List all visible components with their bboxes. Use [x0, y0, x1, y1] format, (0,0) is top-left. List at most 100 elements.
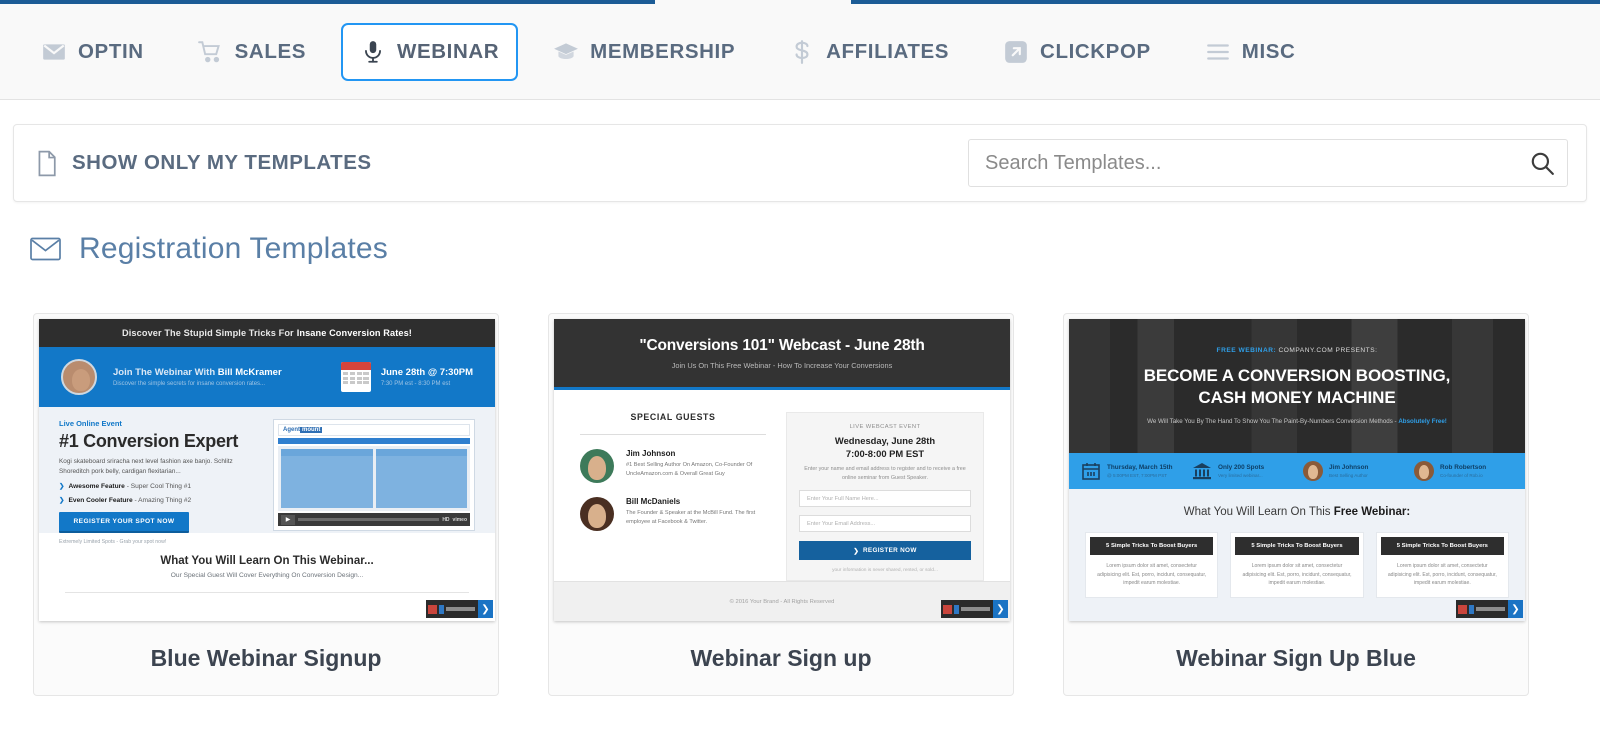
template-thumbnail[interactable]: FREE WEBINAR: COMPANY.COM PRESENTS: BECO…	[1069, 319, 1525, 621]
thumb3-subhead: We Will Take You By The Hand To Show You…	[1147, 418, 1399, 426]
thumb3-learn-head-bold: Free Webinar:	[1333, 506, 1411, 518]
thumb1-date: June 28th @ 7:30PM	[380, 367, 473, 378]
thumb2-register-label: REGISTER NOW	[862, 547, 917, 555]
thumb3-bar-title: Thursday, March 15th	[1107, 464, 1173, 471]
thumb1-learn-sub: Our Special Guest Will Cover Everything …	[170, 572, 364, 579]
thumb2-header: "Conversions 101" Webcast - June 28th Jo…	[554, 319, 1010, 390]
thumb2-headline: "Conversions 101" Webcast - June 28th	[639, 336, 925, 354]
template-name: Webinar Sign Up Blue	[1176, 644, 1416, 671]
thumb2-name-input: Enter Your Full Name Here...	[799, 490, 971, 508]
thumb3-bar-title: Rob Robertson	[1440, 464, 1487, 471]
tab-clickpop-label: CLICKPOP	[1040, 39, 1151, 63]
thumb3-learn-head: What You Will Learn On This	[1183, 506, 1334, 518]
thumb3-feature-title: 5 Simple Tricks To Boost Buyers	[1090, 537, 1214, 555]
tab-membership[interactable]: MEMBERSHIP	[534, 23, 754, 81]
thumb3-kicker-bold: FREE WEBINAR:	[1216, 346, 1277, 354]
tab-optin[interactable]: OPTIN	[22, 23, 163, 81]
show-only-my-templates-label: SHOW ONLY MY TEMPLATES	[72, 151, 372, 174]
tab-affiliates[interactable]: AFFILIATES	[770, 23, 968, 81]
thumb1-fine-print: Extremely Limited Spots - Grab your spot…	[59, 539, 167, 546]
dollar-sign-icon	[789, 39, 815, 65]
thumb3-feature-body: Lorem ipsum dolor sit amet, consectetur …	[1097, 563, 1207, 587]
tab-clickpop[interactable]: CLICKPOP	[984, 23, 1170, 81]
hamburger-menu-icon	[1205, 39, 1231, 65]
thumb3-bar-sub: Co-founder of Rob.io	[1440, 473, 1483, 478]
tab-webinar-label: WEBINAR	[397, 39, 500, 63]
clickfunnels-badge[interactable]: ❯	[1456, 600, 1523, 618]
template-thumbnail[interactable]: "Conversions 101" Webcast - June 28th Jo…	[554, 319, 1010, 621]
calendar-icon	[1081, 461, 1101, 481]
thumb1-video-hd: HD	[442, 516, 450, 523]
template-card-webinar-sign-up-blue[interactable]: FREE WEBINAR: COMPANY.COM PRESENTS: BECO…	[1063, 313, 1529, 696]
thumb2-form-copy: Enter your name and email address to reg…	[804, 466, 966, 481]
thumb1-video-brand: vimeo	[452, 516, 467, 523]
thumb1-video-pane-left	[281, 449, 373, 508]
thumb3-info-bar: Thursday, March 15th @ 5:00PM EST, 7:00P…	[1069, 453, 1525, 489]
search-templates-field[interactable]	[968, 139, 1568, 187]
envelope-icon	[30, 237, 61, 261]
tab-misc[interactable]: MISC	[1186, 23, 1315, 81]
thumb2-body: SPECIAL GUESTS Jim Johnson #1 Best Selli…	[554, 390, 1010, 581]
graduation-cap-icon	[553, 39, 579, 65]
thumb3-hero: FREE WEBINAR: COMPANY.COM PRESENTS: BECO…	[1069, 319, 1525, 453]
thumb2-email-input: Enter Your Email Address...	[799, 515, 971, 533]
tab-sales[interactable]: SALES	[179, 23, 325, 81]
thumb3-bar-sub: Very limited webinar...	[1218, 473, 1263, 478]
shopping-cart-icon	[197, 39, 224, 65]
clickfunnels-badge[interactable]: ❯	[941, 600, 1008, 618]
search-input[interactable]	[969, 140, 1567, 186]
template-card-blue-webinar-signup[interactable]: Discover The Stupid Simple Tricks For In…	[33, 313, 499, 696]
thumb3-headline-line1: BECOME A CONVERSION BOOSTING,	[1143, 365, 1451, 385]
thumb2-form-time: 7:00-8:00 PM EST	[845, 448, 925, 459]
list-item: Only 200 Spots Very limited webinar...	[1192, 461, 1291, 481]
section-header-registration-templates: Registration Templates	[30, 232, 388, 266]
avatar	[1414, 461, 1434, 481]
thumb1-headline: #1 Conversion Expert	[59, 431, 239, 451]
thumb3-feature-card: 5 Simple Tricks To Boost Buyers Lorem ip…	[1230, 532, 1364, 598]
chevron-right-icon: ❯	[853, 547, 859, 555]
thumb2-form-date: Wednesday, June 28th	[834, 435, 936, 446]
tab-sales-label: SALES	[234, 39, 307, 63]
list-item: Thursday, March 15th @ 5:00PM EST, 7:00P…	[1081, 461, 1180, 481]
thumb2-register-button: ❯ REGISTER NOW	[799, 541, 971, 561]
filter-search-bar: SHOW ONLY MY TEMPLATES	[13, 124, 1587, 202]
thumb3-feature-title: 5 Simple Tricks To Boost Buyers	[1380, 537, 1504, 555]
tab-optin-label: OPTIN	[78, 39, 144, 63]
badge-arrow-icon[interactable]: ❯	[1508, 600, 1523, 618]
thumb2-subhead: Join Us On This Free Webinar - How To In…	[671, 360, 893, 370]
thumb3-feature-card: 5 Simple Tricks To Boost Buyers Lorem ip…	[1085, 532, 1219, 598]
tab-webinar[interactable]: WEBINAR	[341, 22, 519, 81]
thumb1-cta-button: REGISTER YOUR SPOT NOW	[59, 512, 189, 534]
avatar	[61, 359, 97, 395]
thumb3-feature-card: 5 Simple Tricks To Boost Buyers Lorem ip…	[1375, 532, 1509, 598]
thumb1-bullet2-rest: - Amazing Thing #2	[132, 497, 192, 505]
avatar	[580, 497, 614, 531]
template-grid: Discover The Stupid Simple Tricks For In…	[33, 313, 1567, 696]
page-title: Registration Templates	[79, 232, 388, 265]
thumb1-learn-head: What You Will Learn On This Webinar...	[160, 555, 374, 567]
thumb2-registration-form: LIVE WEBCAST EVENT Wednesday, June 28th …	[786, 412, 984, 581]
thumb2-guests-label: SPECIAL GUESTS	[630, 412, 716, 422]
thumb2-form-kicker: LIVE WEBCAST EVENT	[849, 424, 921, 430]
thumb2-guest-name: Bill McDaniels	[626, 497, 681, 506]
template-name: Webinar Sign up	[690, 644, 872, 671]
search-icon[interactable]	[1529, 150, 1555, 176]
badge-arrow-icon[interactable]: ❯	[478, 600, 493, 618]
badge-arrow-icon[interactable]: ❯	[993, 600, 1008, 618]
template-card-webinar-sign-up[interactable]: "Conversions 101" Webcast - June 28th Jo…	[548, 313, 1014, 696]
show-only-my-templates-button[interactable]: SHOW ONLY MY TEMPLATES	[36, 150, 372, 177]
avatar	[1303, 461, 1323, 481]
clickfunnels-badge[interactable]: ❯	[426, 600, 493, 618]
thumb2-privacy-note: your information is never shared, rented…	[832, 568, 938, 574]
list-item: Bill McDaniels The Founder & Speaker at …	[580, 497, 766, 531]
template-name: Blue Webinar Signup	[150, 644, 382, 671]
chevron-right-icon: ❯	[59, 483, 65, 491]
thumb1-hero-bar: Join The Webinar With Bill McKramer Disc…	[39, 347, 495, 407]
thumb1-announce-bar: Discover The Stupid Simple Tricks For In…	[39, 319, 495, 347]
envelope-icon	[41, 39, 67, 65]
tab-misc-label: MISC	[1241, 39, 1296, 63]
document-icon	[36, 150, 58, 177]
thumb1-announce-text: Discover The Stupid Simple Tricks For	[122, 328, 294, 338]
template-thumbnail[interactable]: Discover The Stupid Simple Tricks For In…	[39, 319, 495, 621]
thumb1-video-logo-a: Agent	[283, 427, 300, 433]
